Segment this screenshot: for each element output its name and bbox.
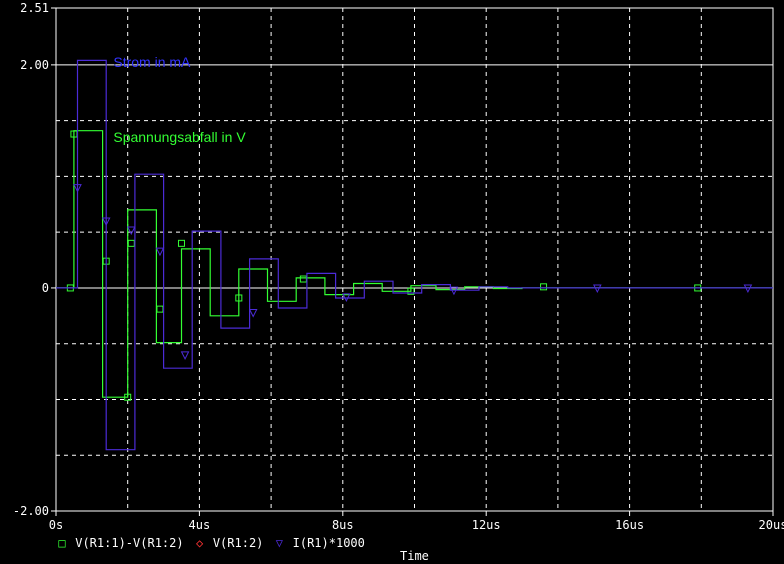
transient-plot: 2.51 2.00 0 -2.000s 4us 8us 12us 16us 20us Strom… <box>13 1 784 532</box>
legend-marker-icon: ▽ <box>275 536 283 550</box>
x-axis-label: Time <box>400 549 429 563</box>
series-marker-triangle <box>248 308 258 318</box>
legend-item: ▽ I(R1)*1000 <box>273 536 365 550</box>
legend-item: ◇ V(R1:2) <box>194 536 264 550</box>
axis-ticks: 2.51 2.00 0 -2.000s 4us 8us 12us 16us 20us <box>13 1 784 532</box>
legend-marker-icon: □ <box>58 536 66 550</box>
chart-annotation: Spannungsabfall in V <box>113 129 246 145</box>
series-marker-square <box>177 239 185 247</box>
x-tick-label: 8us <box>332 518 354 532</box>
legend-label: V(R1:2) <box>205 536 264 550</box>
legend-marker-icon: ◇ <box>195 536 204 550</box>
chart-annotation: Strom in mA <box>113 54 191 70</box>
legend: □ V(R1:1)-V(R1:2) ◇ V(R1:2) ▽ I(R1)*1000 <box>56 536 375 550</box>
series-marker-square <box>127 239 135 247</box>
x-tick-label: 4us <box>189 518 211 532</box>
y-tick-label: -2.00 <box>13 504 49 518</box>
annotations: Strom in mA Spannungsabfall in V <box>113 54 246 145</box>
x-tick-label: 12us <box>472 518 501 532</box>
series-line <box>56 59 773 451</box>
series-marker-triangle <box>126 226 136 236</box>
y-tick-label: 2.51 <box>20 1 49 15</box>
x-tick-label: 0s <box>49 518 63 532</box>
series-marker-triangle <box>180 351 190 360</box>
x-tick-label: 16us <box>615 518 644 532</box>
legend-label: I(R1)*1000 <box>285 536 365 550</box>
y-tick-label: 0 <box>42 281 49 295</box>
legend-label: V(R1:1)-V(R1:2) <box>68 536 184 550</box>
x-tick-label: 20us <box>759 518 784 532</box>
series-marker-triangle <box>155 247 165 257</box>
y-tick-label: 2.00 <box>20 58 49 72</box>
series-layer <box>56 59 773 451</box>
legend-item: □ V(R1:1)-V(R1:2) <box>56 536 184 550</box>
series-marker-square <box>156 305 164 313</box>
series-marker-square <box>540 283 548 291</box>
series-marker-square <box>299 275 307 283</box>
